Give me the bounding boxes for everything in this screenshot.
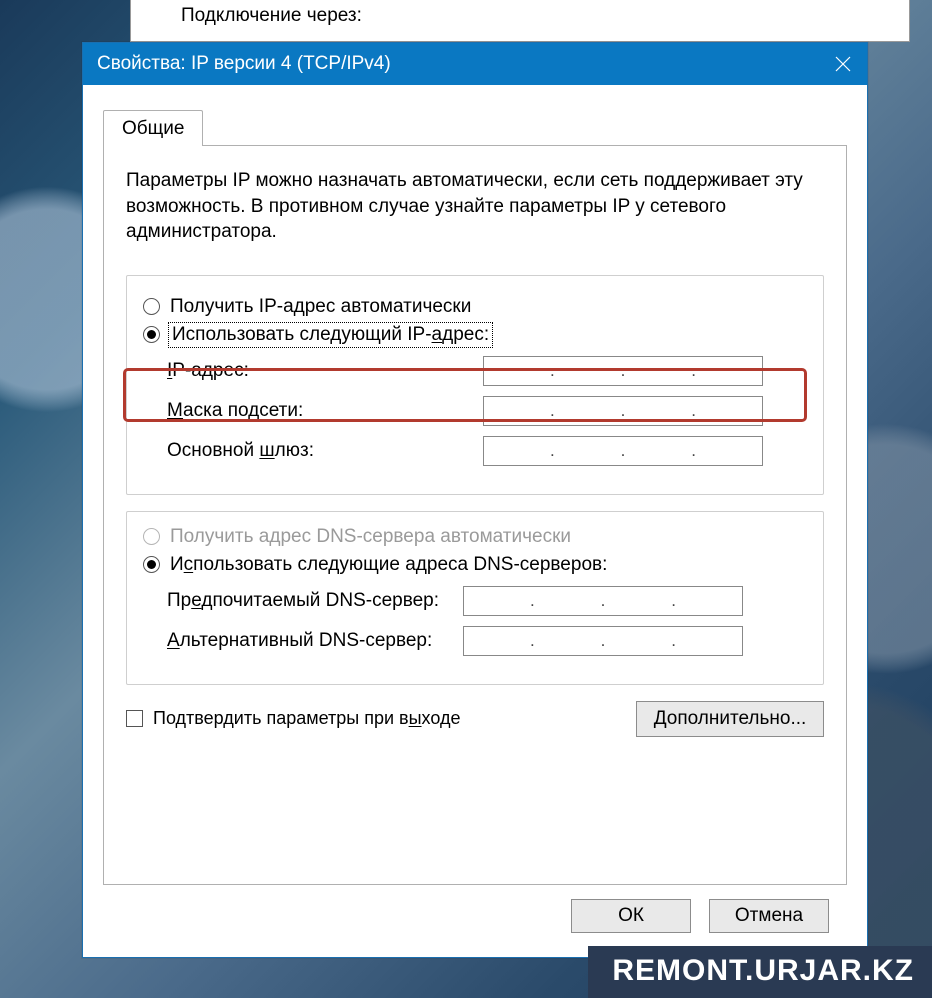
radio-dns-auto-label: Получить адрес DNS-сервера автоматически xyxy=(170,526,571,548)
alternate-dns-row: Альтернативный DNS-сервер: ... xyxy=(167,626,805,656)
connect-via-label: Подключение через: xyxy=(181,5,362,27)
radio-dns-manual-label: Использовать следующие адреса DNS-сервер… xyxy=(170,554,607,576)
default-gateway-row: Основной шлюз: ... xyxy=(167,436,805,466)
tabstrip: Общие xyxy=(103,107,847,145)
dns-settings-group: Получить адрес DNS-сервера автоматически… xyxy=(126,511,824,685)
preferred-dns-row: Предпочитаемый DNS-сервер: ... xyxy=(167,586,805,616)
dialog-footer: ОК Отмена xyxy=(103,885,847,933)
close-icon xyxy=(835,56,851,72)
preferred-dns-input[interactable]: ... xyxy=(463,586,743,616)
radio-icon xyxy=(143,556,160,573)
dialog-title: Свойства: IP версии 4 (TCP/IPv4) xyxy=(97,53,819,75)
radio-ip-manual-label: Использовать следующий IP-адрес: xyxy=(170,324,491,346)
preferred-dns-label: Предпочитаемый DNS-сервер: xyxy=(167,590,463,612)
radio-dns-manual[interactable]: Использовать следующие адреса DNS-сервер… xyxy=(143,554,807,576)
tab-general[interactable]: Общие xyxy=(103,110,203,146)
radio-icon xyxy=(143,298,160,315)
advanced-button[interactable]: Дополнительно... xyxy=(636,701,824,737)
alternate-dns-label: Альтернативный DNS-сервер: xyxy=(167,630,463,652)
parent-window-fragment: Подключение через: xyxy=(130,0,910,42)
subnet-mask-row: Маска подсети: ... xyxy=(167,396,805,426)
radio-ip-auto-label: Получить IP-адрес автоматически xyxy=(170,296,471,318)
radio-icon xyxy=(143,528,160,545)
info-text: Параметры IP можно назначать автоматичес… xyxy=(126,168,824,245)
radio-dns-auto: Получить адрес DNS-сервера автоматически xyxy=(143,526,807,548)
ip-address-label: IP-адрес: xyxy=(167,360,483,382)
confirm-on-exit-checkbox[interactable] xyxy=(126,710,143,727)
subnet-mask-label: Маска подсети: xyxy=(167,400,483,422)
cancel-button[interactable]: Отмена xyxy=(709,899,829,933)
radio-ip-auto[interactable]: Получить IP-адрес автоматически xyxy=(143,296,807,318)
confirm-on-exit-row: Подтвердить параметры при выходе Дополни… xyxy=(126,701,824,737)
ipv4-properties-dialog: Свойства: IP версии 4 (TCP/IPv4) Общие П… xyxy=(82,42,868,958)
confirm-on-exit-label: Подтвердить параметры при выходе xyxy=(153,708,460,729)
ip-address-row: IP-адрес: ... xyxy=(167,356,805,386)
titlebar[interactable]: Свойства: IP версии 4 (TCP/IPv4) xyxy=(83,43,867,85)
subnet-mask-input[interactable]: ... xyxy=(483,396,763,426)
ip-address-input[interactable]: ... xyxy=(483,356,763,386)
tab-panel-general: Параметры IP можно назначать автоматичес… xyxy=(103,145,847,885)
close-button[interactable] xyxy=(819,43,867,85)
default-gateway-label: Основной шлюз: xyxy=(167,440,483,462)
watermark: REMONT.URJAR.KZ xyxy=(588,946,932,998)
radio-icon xyxy=(143,326,160,343)
radio-ip-manual[interactable]: Использовать следующий IP-адрес: xyxy=(143,324,807,346)
default-gateway-input[interactable]: ... xyxy=(483,436,763,466)
ip-settings-group: Получить IP-адрес автоматически Использо… xyxy=(126,275,824,495)
alternate-dns-input[interactable]: ... xyxy=(463,626,743,656)
ok-button[interactable]: ОК xyxy=(571,899,691,933)
